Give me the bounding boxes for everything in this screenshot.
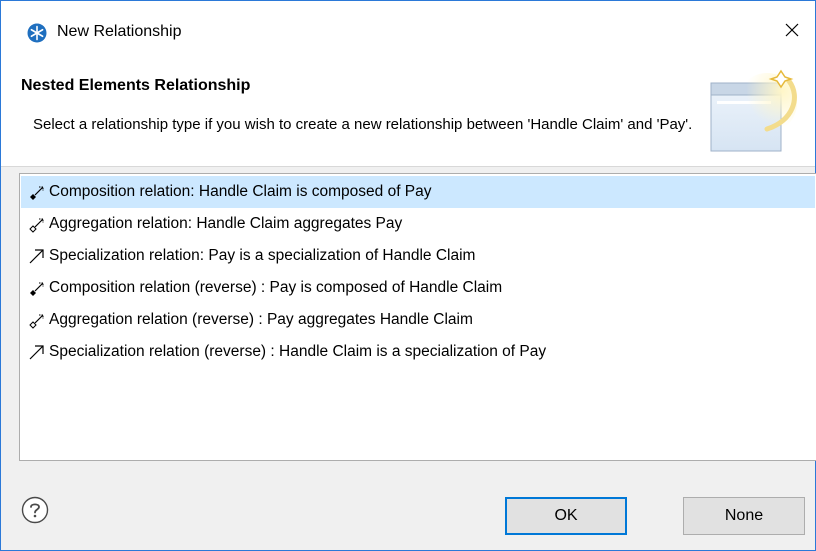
close-icon (784, 22, 800, 43)
help-button[interactable] (21, 496, 49, 524)
relationship-label: Aggregation relation: Handle Claim aggre… (49, 215, 403, 232)
aggregation-icon (27, 214, 47, 234)
relationship-label: Aggregation relation (reverse) : Pay agg… (49, 311, 473, 328)
list-item[interactable]: Specialization relation: Pay is a specia… (21, 240, 815, 272)
header-banner: Nested Elements Relationship Select a re… (1, 63, 815, 167)
none-button[interactable]: None (683, 497, 805, 535)
relationship-label: Composition relation: Handle Claim is co… (49, 183, 432, 200)
list-item[interactable]: Specialization relation (reverse) : Hand… (21, 336, 815, 368)
new-relationship-dialog: New Relationship Nested Elements Relatio… (0, 0, 816, 551)
ok-button[interactable]: OK (505, 497, 627, 535)
relationship-list[interactable]: Composition relation: Handle Claim is co… (19, 173, 816, 461)
list-item[interactable]: Aggregation relation: Handle Claim aggre… (21, 208, 815, 240)
list-item[interactable]: Aggregation relation (reverse) : Pay agg… (21, 304, 815, 336)
list-item[interactable]: Composition relation (reverse) : Pay is … (21, 272, 815, 304)
aggregation-icon (27, 310, 47, 330)
window-title: New Relationship (57, 23, 182, 40)
title-bar: New Relationship (1, 1, 815, 63)
relationship-label: Specialization relation (reverse) : Hand… (49, 343, 547, 360)
specialization-icon (27, 246, 47, 266)
composition-icon (27, 278, 47, 298)
composition-icon (27, 182, 47, 202)
list-item[interactable]: Composition relation: Handle Claim is co… (21, 176, 815, 208)
specialization-icon (27, 342, 47, 362)
relationship-label: Composition relation (reverse) : Pay is … (49, 279, 503, 296)
banner-title: Nested Elements Relationship (21, 77, 251, 94)
relationship-label: Specialization relation: Pay is a specia… (49, 247, 476, 264)
banner-description: Select a relationship type if you wish t… (33, 116, 693, 133)
close-button[interactable] (769, 15, 815, 49)
help-icon (21, 496, 49, 528)
wizard-window-sparkle-graphic (705, 67, 801, 159)
snowflake-app-icon (27, 23, 47, 43)
